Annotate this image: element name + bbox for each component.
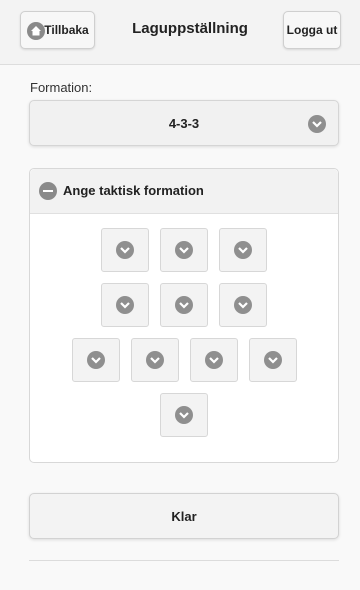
- chevron-down-icon: [175, 241, 193, 259]
- chevron-down-icon: [87, 351, 105, 369]
- chevron-down-icon: [308, 115, 326, 133]
- logout-button[interactable]: Logga ut: [283, 11, 341, 49]
- position-select[interactable]: [219, 283, 267, 327]
- position-select[interactable]: [131, 338, 179, 382]
- position-select[interactable]: [72, 338, 120, 382]
- position-select[interactable]: [160, 393, 208, 437]
- chevron-down-icon: [175, 406, 193, 424]
- collapse-minus-icon: [39, 182, 57, 200]
- header-bar: Tillbaka Laguppställning Logga ut: [0, 0, 360, 65]
- page-title: Laguppställning: [132, 20, 248, 37]
- chevron-down-icon: [205, 351, 223, 369]
- position-select[interactable]: [190, 338, 238, 382]
- position-select[interactable]: [160, 228, 208, 272]
- formation-select[interactable]: 4-3-3: [29, 100, 339, 146]
- tactics-panel-title: Ange taktisk formation: [63, 183, 204, 198]
- done-button[interactable]: Klar: [29, 493, 339, 539]
- position-select[interactable]: [101, 283, 149, 327]
- position-select[interactable]: [249, 338, 297, 382]
- formation-select-value: 4-3-3: [168, 115, 200, 131]
- back-button-label: Tillbaka: [44, 23, 89, 37]
- chevron-down-icon: [146, 351, 164, 369]
- position-select[interactable]: [219, 228, 267, 272]
- formation-label: Formation:: [30, 80, 93, 95]
- chevron-down-icon: [234, 241, 252, 259]
- chevron-down-icon: [264, 351, 282, 369]
- back-button[interactable]: Tillbaka: [20, 11, 95, 49]
- tactics-panel: Ange taktisk formation: [29, 168, 339, 463]
- chevron-down-icon: [116, 296, 134, 314]
- chevron-down-icon: [234, 296, 252, 314]
- position-select[interactable]: [101, 228, 149, 272]
- tactics-panel-header[interactable]: Ange taktisk formation: [30, 169, 338, 214]
- divider: [29, 560, 339, 561]
- chevron-down-icon: [175, 296, 193, 314]
- position-select[interactable]: [160, 283, 208, 327]
- chevron-down-icon: [116, 241, 134, 259]
- home-icon: [27, 22, 45, 40]
